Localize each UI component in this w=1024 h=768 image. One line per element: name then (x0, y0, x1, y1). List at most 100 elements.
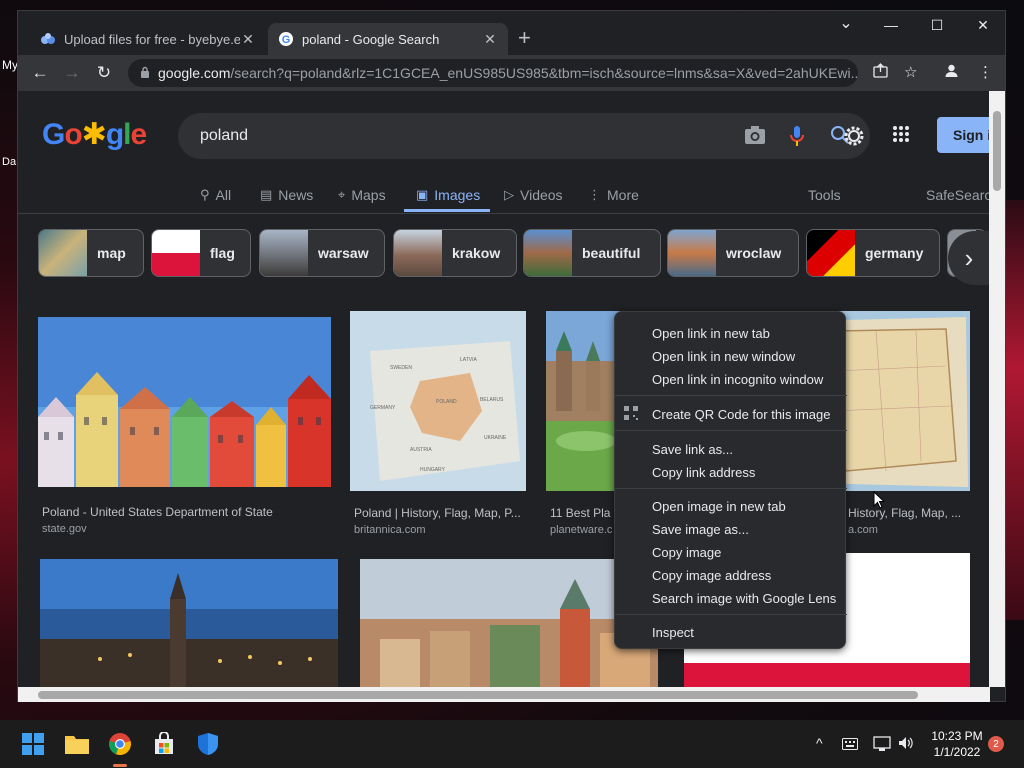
result-caption[interactable]: Poland | History, Flag, Map, P... (354, 506, 526, 520)
menu-item-open-image-new-tab[interactable]: Open image in new tab (615, 495, 847, 517)
result-source[interactable]: a.com (848, 524, 878, 536)
tools-button[interactable]: Tools (808, 187, 841, 203)
network-icon[interactable] (873, 736, 891, 755)
menu-item-copy-image[interactable]: Copy image (615, 541, 847, 563)
menu-item-search-google-lens[interactable]: Search image with Google Lens (615, 587, 847, 609)
menu-item-open-link-new-tab[interactable]: Open link in new tab (615, 322, 847, 344)
search-box[interactable]: poland (178, 113, 870, 159)
active-tab-indicator (404, 209, 490, 212)
close-window-button[interactable]: ✕ (960, 17, 1006, 34)
menu-item-open-link-new-window[interactable]: Open link in new window (615, 345, 847, 367)
microphone-icon[interactable] (790, 125, 804, 152)
tab-all[interactable]: ⚲ All (200, 187, 231, 203)
start-menu-icon[interactable] (19, 730, 47, 758)
close-tab-icon[interactable]: ✕ (482, 31, 498, 48)
chip-warsaw[interactable]: warsaw (259, 229, 385, 277)
tab-images[interactable]: ▣ Images (416, 187, 480, 203)
google-apps-icon[interactable] (892, 125, 910, 148)
image-result[interactable]: Poland - United States Department of Sta… (38, 317, 331, 547)
chip-label: map (97, 245, 126, 261)
notification-badge[interactable]: 2 (988, 736, 1004, 752)
chip-germany[interactable]: germany (806, 229, 940, 277)
file-explorer-icon[interactable] (63, 730, 91, 758)
chip-beautiful[interactable]: beautiful (523, 229, 661, 277)
profile-icon[interactable] (944, 63, 959, 82)
menu-item-copy-link-address[interactable]: Copy link address (615, 461, 847, 483)
reload-button[interactable]: ↻ (88, 63, 120, 83)
search-icon: ⚲ (200, 187, 210, 202)
url-path: /search?q=poland&rlz=1C1GCEA_enUS985US98… (230, 65, 858, 81)
horizontal-scrollbar[interactable] (18, 687, 990, 702)
chrome-icon[interactable] (106, 730, 134, 758)
vertical-scrollbar[interactable] (989, 91, 1005, 687)
chevron-up-icon[interactable]: ^ (816, 735, 823, 751)
image-result[interactable]: SWEDEN LATVIA GERMANY POLAND BELARUS UKRAINE A… (350, 311, 526, 541)
menu-item-create-qr-code[interactable]: Create QR Code for this image (615, 403, 847, 425)
minimize-button[interactable]: — (868, 17, 914, 33)
volume-icon[interactable] (898, 735, 914, 754)
result-source[interactable]: britannica.com (354, 524, 426, 536)
tab-videos[interactable]: ▷ Videos (504, 187, 563, 203)
scrollbar-thumb[interactable] (993, 111, 1001, 191)
tab-news[interactable]: ▤ News (260, 187, 313, 203)
keyboard-icon[interactable] (842, 737, 858, 753)
result-source[interactable]: state.gov (42, 523, 87, 535)
svg-text:LATVIA: LATVIA (460, 357, 478, 363)
tab-maps[interactable]: ⌖ Maps (338, 187, 386, 203)
system-clock[interactable]: 10:23 PM 1/1/2022 (922, 728, 992, 760)
chip-map[interactable]: map (38, 229, 144, 277)
camera-icon[interactable] (744, 125, 766, 150)
forward-button[interactable]: → (56, 63, 88, 83)
svg-text:BELARUS: BELARUS (480, 397, 504, 403)
browser-menu-icon[interactable]: ⋮ (978, 63, 993, 81)
tab-google-search[interactable]: G poland - Google Search ✕ (268, 23, 508, 55)
chip-wroclaw[interactable]: wroclaw (667, 229, 799, 277)
header-divider (18, 213, 990, 214)
tab-title: Upload files for free - byebye.exe (64, 31, 240, 47)
result-source[interactable]: planetware.c (550, 524, 612, 536)
close-tab-icon[interactable]: ✕ (240, 31, 256, 48)
chip-flag[interactable]: flag (151, 229, 251, 277)
desktop-label-mid[interactable]: Da (2, 156, 16, 168)
image-result[interactable] (40, 559, 338, 687)
address-bar[interactable]: google.com /search?q=poland&rlz=1C1GCEA_… (128, 59, 858, 87)
svg-text:POLAND: POLAND (436, 399, 457, 405)
windows-taskbar: ^ 10:23 PM 1/1/2022 2 (0, 720, 1024, 768)
chip-thumbnail (524, 230, 572, 276)
clock-time: 10:23 PM (931, 729, 983, 743)
windows-security-icon[interactable] (194, 730, 222, 758)
tab-more[interactable]: ⋮ More (588, 187, 639, 203)
svg-text:GERMANY: GERMANY (370, 405, 396, 411)
tab-search-dropdown-icon[interactable]: ⌄ (823, 13, 869, 33)
bookmark-star-icon[interactable]: ☆ (904, 63, 917, 81)
share-icon[interactable] (873, 63, 888, 82)
menu-item-save-image-as[interactable]: Save image as... (615, 518, 847, 540)
result-image-poland-map[interactable]: SWEDEN LATVIA GERMANY POLAND BELARUS UKRAINE A… (350, 311, 526, 491)
tab-title: poland - Google Search (302, 31, 440, 47)
safesearch-button[interactable]: SafeSearch (926, 187, 990, 203)
scrollbar-thumb[interactable] (38, 691, 918, 699)
result-image-colorful-houses[interactable] (38, 317, 331, 487)
menu-item-inspect[interactable]: Inspect (615, 621, 847, 643)
google-logo[interactable]: Go✱gle (42, 117, 147, 152)
url-host: google.com (158, 65, 231, 81)
menu-item-open-link-incognito[interactable]: Open link in incognito window (615, 368, 847, 390)
search-query[interactable]: poland (200, 127, 248, 145)
result-caption[interactable]: History, Flag, Map, ... (848, 506, 970, 520)
lock-icon[interactable] (140, 66, 150, 81)
microsoft-store-icon[interactable] (150, 730, 178, 758)
sign-in-button[interactable]: Sign i (937, 117, 990, 153)
maximize-button[interactable]: ☐ (914, 17, 960, 34)
desktop-label-top[interactable]: My (2, 58, 18, 72)
chip-krakow[interactable]: krakow (393, 229, 517, 277)
tab-upload[interactable]: Upload files for free - byebye.exe ✕ (30, 23, 266, 55)
result-caption[interactable]: Poland - United States Department of Sta… (42, 505, 331, 519)
news-icon: ▤ (260, 187, 273, 202)
menu-item-save-link-as[interactable]: Save link as... (615, 438, 847, 460)
back-button[interactable]: ← (24, 63, 56, 83)
menu-item-copy-image-address[interactable]: Copy image address (615, 564, 847, 586)
filter-label: Maps (351, 187, 386, 203)
result-image-krakow-night[interactable] (40, 559, 338, 687)
settings-gear-icon[interactable] (842, 124, 866, 153)
new-tab-button[interactable]: + (518, 25, 531, 51)
